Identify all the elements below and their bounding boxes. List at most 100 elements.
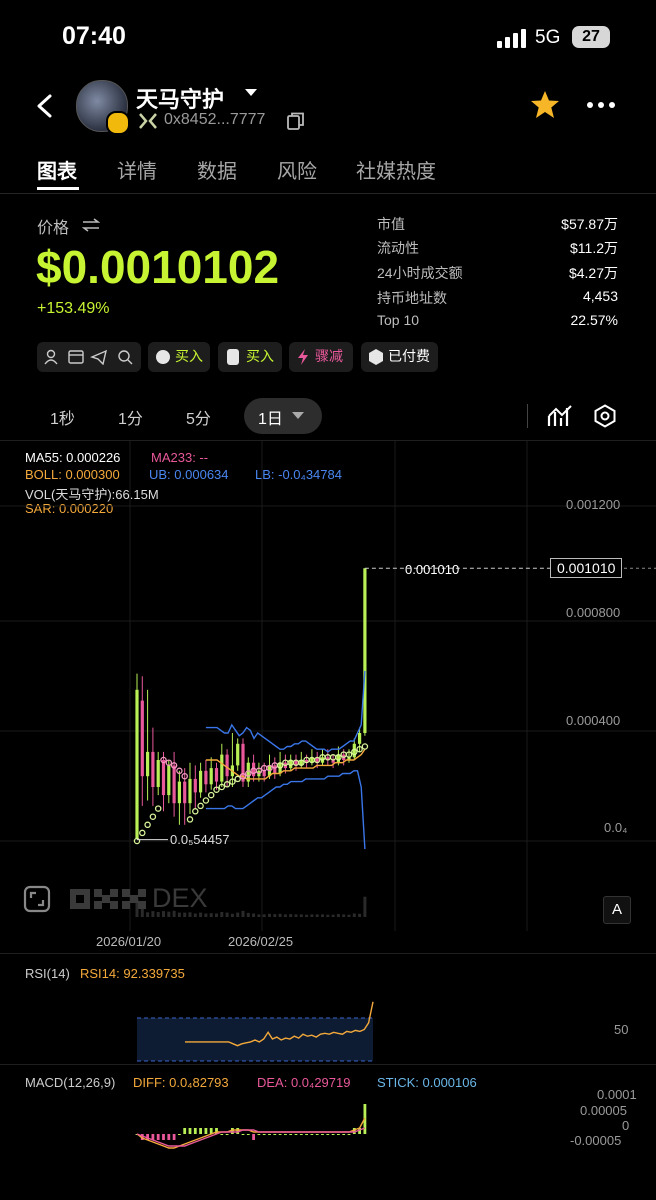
swap-icon[interactable] bbox=[82, 218, 100, 232]
macd-bar bbox=[156, 1134, 160, 1140]
price-axis-label: 0.000800 bbox=[566, 605, 621, 620]
volume-bar bbox=[321, 914, 324, 917]
candle bbox=[236, 743, 240, 766]
signal-icon bbox=[497, 29, 526, 48]
volume-bar bbox=[230, 913, 234, 917]
auto-scale-button[interactable]: A bbox=[603, 896, 631, 924]
tab-risk[interactable]: 风险 bbox=[277, 155, 317, 184]
volume-bar bbox=[204, 913, 208, 917]
macd-bar bbox=[225, 1134, 229, 1135]
volume-bar bbox=[336, 914, 340, 917]
volume-bar bbox=[262, 914, 266, 917]
candle bbox=[204, 770, 208, 785]
volume-bar bbox=[220, 912, 224, 917]
macd-bar bbox=[257, 1134, 261, 1135]
timeframe-5m[interactable]: 5分 bbox=[186, 405, 211, 429]
candle bbox=[252, 762, 256, 777]
timeframe-label: 1日 bbox=[258, 411, 283, 428]
tab-data[interactable]: 数据 bbox=[197, 155, 237, 184]
volume-bar bbox=[278, 913, 282, 917]
status-bar: 07:40 5G 27 bbox=[0, 0, 656, 70]
buy-button-2[interactable]: 买入 bbox=[218, 342, 282, 372]
macd-bar bbox=[299, 1134, 303, 1135]
macd-diff-line bbox=[136, 1117, 366, 1149]
macd-bar bbox=[289, 1134, 293, 1135]
more-icon[interactable] bbox=[586, 100, 616, 110]
tab-social[interactable]: 社媒热度 bbox=[356, 155, 436, 184]
candle bbox=[289, 760, 293, 769]
candle bbox=[193, 778, 197, 793]
sar-dot bbox=[149, 813, 157, 820]
token-address: 0x8452...7777 bbox=[164, 111, 266, 128]
macd-bar bbox=[162, 1134, 165, 1140]
macd-bar bbox=[220, 1134, 224, 1135]
candle bbox=[140, 700, 144, 777]
drop-alert-button[interactable]: 骤减 bbox=[289, 342, 353, 372]
stat-value: $4.27万 bbox=[568, 265, 618, 281]
macd-bar bbox=[252, 1134, 255, 1140]
fullscreen-icon[interactable] bbox=[23, 885, 51, 913]
timeframe-1s[interactable]: 1秒 bbox=[50, 405, 75, 429]
macd-axis-label: -0.00005 bbox=[570, 1133, 622, 1148]
clock: 07:40 bbox=[62, 22, 126, 50]
volume-bar bbox=[268, 913, 271, 917]
volume-bar bbox=[305, 914, 309, 917]
volume-bar bbox=[331, 914, 335, 917]
back-icon[interactable] bbox=[34, 93, 56, 119]
stat-label: 持币地址数 bbox=[377, 290, 447, 306]
macd-bar bbox=[337, 1134, 340, 1135]
candle bbox=[363, 568, 367, 733]
stat-value: 22.57% bbox=[570, 312, 618, 328]
candle bbox=[161, 760, 166, 796]
buy-label: 买入 bbox=[246, 349, 274, 365]
rsi-value: RSI14: 92.339735 bbox=[80, 966, 185, 981]
settings-hex-icon[interactable] bbox=[593, 404, 617, 428]
tab-details[interactable]: 详情 bbox=[117, 155, 157, 184]
low-price-label: 0.0₅54457 bbox=[170, 832, 230, 847]
indicator-icon[interactable] bbox=[547, 404, 573, 428]
network-type: 5G bbox=[535, 27, 561, 48]
candle bbox=[156, 760, 160, 787]
macd-chart[interactable] bbox=[0, 1090, 656, 1185]
timeframe-1d-selected[interactable]: 1日 bbox=[244, 398, 322, 434]
copy-icon[interactable] bbox=[287, 112, 305, 130]
paid-badge[interactable]: 已付费 bbox=[361, 342, 438, 372]
rsi-chart[interactable] bbox=[0, 984, 656, 1064]
tab-chart[interactable]: 图表 bbox=[37, 155, 77, 184]
price-chart[interactable] bbox=[0, 441, 656, 931]
volume-bar bbox=[342, 914, 346, 917]
candle bbox=[273, 765, 277, 774]
macd-dea-line bbox=[136, 1127, 366, 1147]
sar-dot bbox=[139, 829, 146, 837]
candle bbox=[188, 778, 192, 804]
macd-diff: DIFF: 0.0₄82793 bbox=[133, 1075, 229, 1090]
macd-axis-label: 0 bbox=[622, 1118, 630, 1133]
volume-bar bbox=[209, 913, 213, 917]
buy-button-1[interactable]: 买入 bbox=[148, 342, 210, 372]
macd-bar bbox=[321, 1134, 324, 1135]
macd-bar bbox=[241, 1134, 245, 1135]
chain-badge-icon bbox=[106, 111, 130, 135]
volume-bar bbox=[310, 914, 314, 917]
volume-bar bbox=[241, 910, 245, 917]
social-icons bbox=[44, 349, 133, 365]
favorite-star-icon[interactable] bbox=[530, 90, 560, 120]
token-name[interactable]: 天马守护 bbox=[136, 82, 224, 114]
paid-label: 已付费 bbox=[388, 349, 430, 365]
price-label: 价格 bbox=[37, 218, 70, 237]
social-links-pill[interactable] bbox=[37, 342, 141, 372]
timeframe-1m[interactable]: 1分 bbox=[118, 405, 143, 429]
macd-bar bbox=[172, 1134, 176, 1140]
caret-down-icon[interactable] bbox=[244, 88, 258, 98]
macd-bar bbox=[310, 1134, 314, 1135]
volume-bar bbox=[347, 914, 351, 917]
macd-bar bbox=[246, 1134, 250, 1135]
chain-logo-icon bbox=[139, 113, 157, 129]
candle bbox=[183, 781, 187, 804]
macd-bar bbox=[167, 1134, 171, 1140]
price-value: $0.0010102 bbox=[36, 241, 280, 293]
candle bbox=[151, 751, 155, 787]
macd-bar bbox=[331, 1134, 335, 1135]
macd-bar bbox=[262, 1134, 266, 1135]
current-price-tag: 0.001010 bbox=[550, 558, 623, 578]
